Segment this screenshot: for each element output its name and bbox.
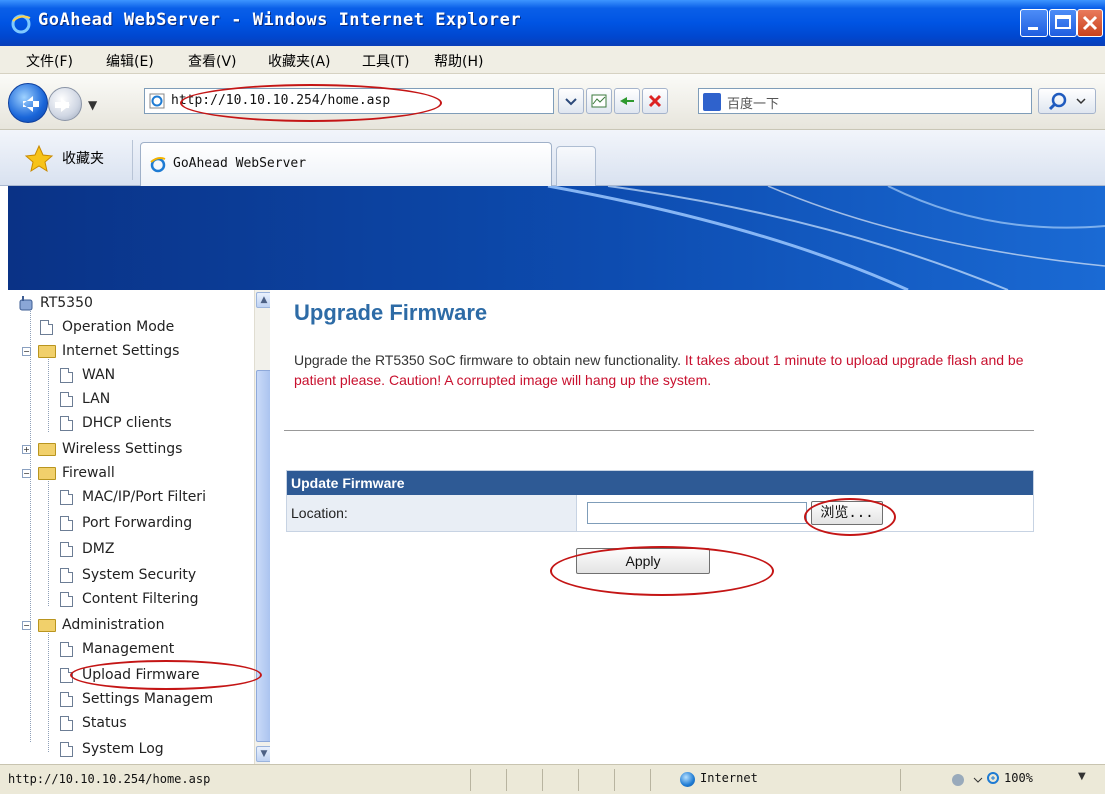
document-icon <box>60 592 73 607</box>
close-icon <box>1082 15 1098 31</box>
annotation-ellipse <box>550 546 774 596</box>
page-title: Upgrade Firmware <box>294 300 488 325</box>
location-label: Location: <box>287 495 577 531</box>
back-arrow-icon <box>23 96 39 112</box>
new-tab-button[interactable] <box>556 146 596 186</box>
document-icon <box>60 742 73 757</box>
folder-icon <box>38 443 56 456</box>
history-dropdown[interactable]: ▼ <box>88 98 97 112</box>
baidu-icon <box>703 93 721 111</box>
back-button[interactable] <box>8 83 48 123</box>
document-icon <box>60 716 73 731</box>
forward-button[interactable] <box>48 87 82 121</box>
firmware-table: Update Firmware Location: 浏览... <box>286 470 1034 532</box>
collapse-icon[interactable]: − <box>22 347 31 356</box>
folder-open-icon <box>38 345 56 358</box>
menu-bar: 文件(F) 编辑(E) 查看(V) 收藏夹(A) 工具(T) 帮助(H) <box>0 46 1105 74</box>
folder-open-icon <box>38 467 56 480</box>
table-row: Location: 浏览... <box>287 495 1033 531</box>
banner-graphic <box>8 186 1105 290</box>
document-icon <box>60 692 73 707</box>
firmware-file-input[interactable] <box>587 502 807 524</box>
zoom-dropdown-icon[interactable]: ▼ <box>1078 771 1086 782</box>
security-zone: Internet <box>700 771 758 785</box>
stop-icon <box>648 94 662 108</box>
protected-mode-icon[interactable] <box>950 771 984 789</box>
status-divider <box>542 769 543 791</box>
zoom-level[interactable]: 100% <box>1004 771 1033 785</box>
annotation-ellipse <box>180 84 442 122</box>
document-icon <box>60 568 73 583</box>
document-icon <box>60 368 73 383</box>
document-icon <box>60 516 73 531</box>
toolbar-divider <box>132 140 133 180</box>
compatibility-button[interactable] <box>586 88 612 114</box>
tab-goahead[interactable]: GoAhead WebServer <box>140 142 552 186</box>
forward-arrow-icon <box>55 98 70 112</box>
favorites-label[interactable]: 收藏夹 <box>62 148 104 168</box>
header-banner <box>8 186 1105 290</box>
navigation-tree: RT5350 Operation Mode − Internet Settings… <box>8 290 270 764</box>
menu-favorites[interactable]: 收藏夹(A) <box>268 51 331 71</box>
maximize-button[interactable] <box>1049 9 1077 37</box>
document-icon <box>60 392 73 407</box>
table-header: Update Firmware <box>287 471 1033 495</box>
menu-tools[interactable]: 工具(T) <box>362 51 409 71</box>
maximize-icon <box>1055 15 1071 29</box>
title-bar: GoAhead WebServer - Windows Internet Exp… <box>0 0 1105 46</box>
tree-root-label: RT5350 <box>40 295 93 311</box>
status-divider <box>506 769 507 791</box>
document-icon <box>60 490 73 505</box>
collapse-icon[interactable]: − <box>22 621 31 630</box>
menu-view[interactable]: 查看(V) <box>188 51 237 71</box>
ie-page-icon <box>150 157 166 173</box>
divider <box>284 430 1034 431</box>
menu-file[interactable]: 文件(F) <box>26 51 73 71</box>
annotation-ellipse <box>804 498 896 536</box>
favorites-star-icon[interactable] <box>24 144 54 174</box>
tab-title: GoAhead WebServer <box>173 156 307 171</box>
document-icon <box>40 320 53 335</box>
status-divider <box>650 769 651 791</box>
refresh-icon <box>620 97 634 105</box>
search-placeholder[interactable]: 百度一下 <box>727 93 779 112</box>
search-icon <box>1048 92 1086 111</box>
chevron-down-icon <box>565 98 577 106</box>
document-icon <box>60 542 73 557</box>
close-button[interactable] <box>1077 9 1103 37</box>
status-bar: http://10.10.10.254/home.asp Internet 10… <box>0 764 1105 794</box>
compatibility-icon <box>591 94 607 108</box>
search-button[interactable] <box>1038 88 1096 114</box>
browser-window: GoAhead WebServer - Windows Internet Exp… <box>0 0 1105 794</box>
menu-help[interactable]: 帮助(H) <box>434 51 483 71</box>
status-divider <box>470 769 471 791</box>
internet-globe-icon <box>680 772 695 787</box>
menu-edit[interactable]: 编辑(E) <box>106 51 154 71</box>
expand-icon[interactable]: + <box>22 445 31 454</box>
minimize-button[interactable] <box>1020 9 1048 37</box>
ie-logo-icon <box>11 14 31 34</box>
address-dropdown-button[interactable] <box>558 88 584 114</box>
description-text: Upgrade the RT5350 SoC firmware to obtai… <box>294 352 685 368</box>
main-content: Upgrade Firmware Upgrade the RT5350 SoC … <box>270 290 1105 764</box>
collapse-icon[interactable]: − <box>22 469 31 478</box>
status-divider <box>614 769 615 791</box>
folder-open-icon <box>38 619 56 632</box>
page-description: Upgrade the RT5350 SoC firmware to obtai… <box>294 350 1054 390</box>
refresh-button[interactable] <box>614 88 640 114</box>
annotation-ellipse <box>70 660 262 690</box>
minimize-icon <box>1028 27 1038 30</box>
window-title: GoAhead WebServer - Windows Internet Exp… <box>38 10 522 30</box>
stop-button[interactable] <box>642 88 668 114</box>
search-box[interactable]: 百度一下 <box>698 88 1032 114</box>
document-icon <box>60 416 73 431</box>
zoom-icon <box>987 772 999 784</box>
status-divider <box>900 769 901 791</box>
status-url: http://10.10.10.254/home.asp <box>8 772 211 786</box>
page-icon <box>149 93 165 109</box>
document-icon <box>60 642 73 657</box>
status-divider <box>578 769 579 791</box>
page-viewport: RT5350 Operation Mode − Internet Settings… <box>8 186 1105 764</box>
router-icon <box>19 296 33 311</box>
